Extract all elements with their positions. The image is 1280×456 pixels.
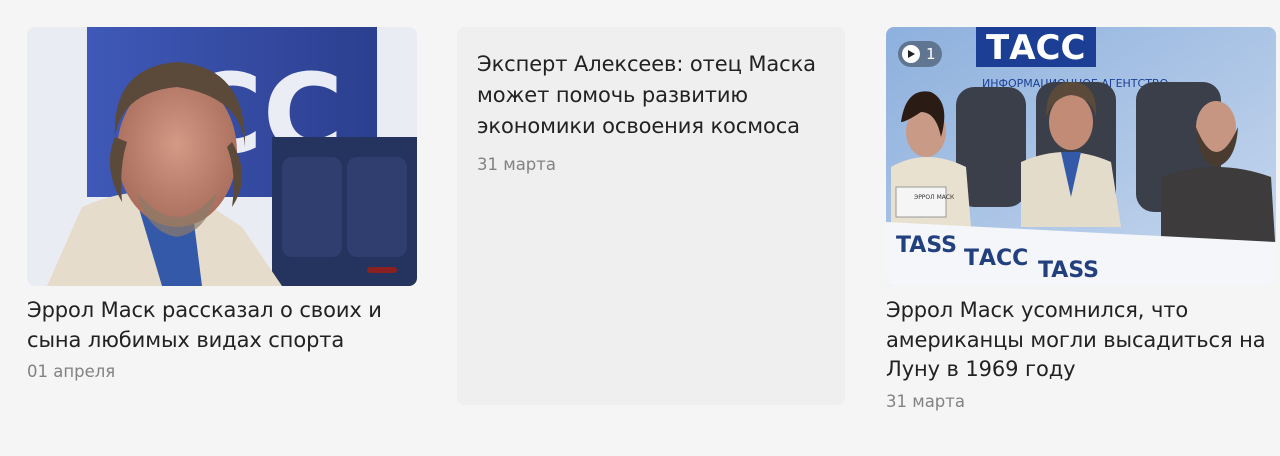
table-logo-1: TASS [896, 233, 957, 258]
news-card-2[interactable]: Эксперт Алексеев: отец Маска может помоч… [457, 27, 845, 405]
table-logo-2: ТАСС [964, 246, 1028, 271]
play-icon [902, 45, 920, 63]
news-date-3: 31 марта [886, 391, 965, 411]
news-date-2: 31 марта [477, 155, 556, 174]
tass-logo: ТАСС [986, 28, 1085, 68]
news-card-3[interactable]: ТАСС ИНФОРМАЦИОННОЕ АГЕНТСТВО ЭРРОЛ МАСК… [886, 27, 1276, 411]
media-count: 1 [926, 45, 936, 63]
news-title-1[interactable]: Эррол Маск рассказал о своих и сына люби… [27, 296, 417, 355]
media-count-badge[interactable]: 1 [898, 41, 942, 67]
table-logo-3: TASS [1038, 258, 1099, 283]
news-image-1[interactable]: CC [27, 27, 417, 286]
news-date-1: 01 апреля [27, 362, 116, 381]
portrait-photo: CC [27, 27, 417, 286]
nameplate: ЭРРОЛ МАСК [914, 194, 955, 201]
press-conference-photo: ТАСС ИНФОРМАЦИОННОЕ АГЕНТСТВО ЭРРОЛ МАСК… [886, 27, 1276, 286]
news-image-3[interactable]: ТАСС ИНФОРМАЦИОННОЕ АГЕНТСТВО ЭРРОЛ МАСК… [886, 27, 1276, 286]
news-title-2[interactable]: Эксперт Алексеев: отец Маска может помоч… [457, 27, 845, 142]
news-title-3[interactable]: Эррол Маск усомнился, что американцы мог… [886, 296, 1276, 385]
news-card-1[interactable]: CC Эррол Маск рассказал о своих и сына л… [27, 27, 417, 381]
